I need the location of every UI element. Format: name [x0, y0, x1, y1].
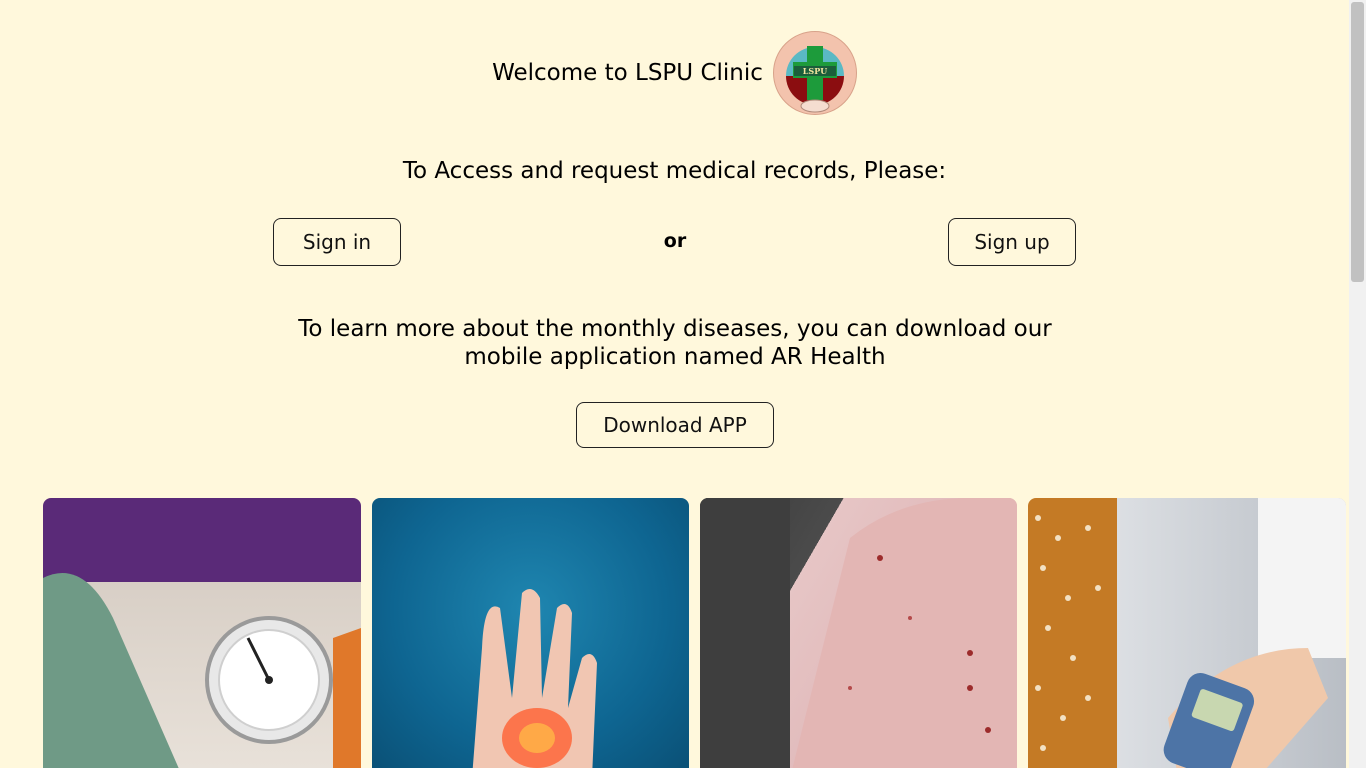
- joint-pain-card[interactable]: [372, 498, 689, 768]
- glucose-meter-image: [1035, 498, 1346, 768]
- blood-pressure-gauge-image: [43, 573, 361, 768]
- main-content: Welcome to LSPU Clinic LSPU To Access an…: [0, 0, 1349, 768]
- glucose-meter-card[interactable]: [1028, 498, 1346, 768]
- page: Welcome to LSPU Clinic LSPU To Access an…: [0, 0, 1366, 768]
- blood-pressure-card[interactable]: [43, 498, 361, 768]
- vertical-scrollbar[interactable]: [1349, 0, 1366, 768]
- clinic-logo: LSPU: [772, 31, 857, 115]
- or-separator: or: [663, 230, 687, 252]
- svg-text:LSPU: LSPU: [803, 66, 827, 76]
- page-title: Welcome to LSPU Clinic: [492, 60, 763, 86]
- learn-more-text: To learn more about the monthly diseases…: [298, 316, 1052, 370]
- sign-up-button[interactable]: Sign up: [948, 218, 1076, 266]
- skin-bites-arm-image: [700, 498, 1017, 768]
- download-app-button[interactable]: Download APP: [576, 402, 774, 448]
- joint-pain-hand-image: [472, 589, 597, 768]
- clinic-logo-icon: LSPU: [774, 33, 855, 113]
- header: Welcome to LSPU Clinic LSPU: [0, 28, 1349, 118]
- skin-bites-card[interactable]: [700, 498, 1017, 768]
- access-prompt: To Access and request medical records, P…: [402, 158, 947, 184]
- sign-in-button[interactable]: Sign in: [273, 218, 401, 266]
- scrollbar-thumb[interactable]: [1351, 2, 1364, 282]
